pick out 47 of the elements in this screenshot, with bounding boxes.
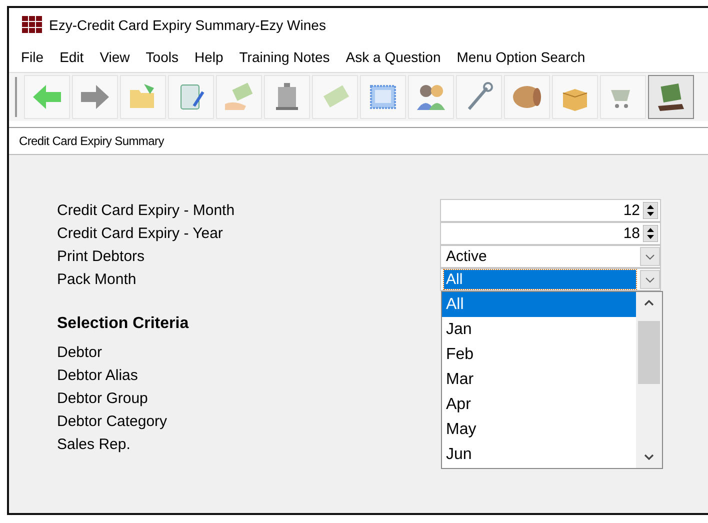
spin-field[interactable]: 18 [440, 222, 661, 245]
criteria-label: Debtor Category [57, 412, 168, 432]
spin-arrows-icon[interactable] [643, 225, 658, 242]
spin-field[interactable]: 12 [440, 199, 661, 222]
people-button[interactable] [408, 75, 454, 119]
criteria-label: Sales Rep. [57, 435, 130, 455]
list-option[interactable]: Feb [442, 342, 636, 367]
scrollbar[interactable] [636, 292, 662, 468]
pc-button[interactable] [648, 75, 694, 119]
dropdown-field[interactable]: Active [440, 245, 661, 268]
menu-item[interactable]: Menu Option Search [448, 49, 594, 65]
field-label: Credit Card Expiry - Month [57, 201, 235, 221]
criteria-label: Debtor [57, 343, 102, 363]
menu-item[interactable]: Training Notes [231, 49, 338, 65]
chevron-up-icon[interactable] [644, 300, 654, 306]
barrel-button[interactable] [504, 75, 550, 119]
back-arrow-button[interactable] [24, 75, 70, 119]
menu-item[interactable]: View [92, 49, 138, 65]
criteria-label: Debtor Alias [57, 366, 138, 386]
tablet-button[interactable] [168, 75, 214, 119]
stamp-button[interactable] [360, 75, 406, 119]
scrollbar-thumb[interactable] [638, 320, 660, 384]
list-option[interactable]: May [442, 417, 636, 442]
menu-item[interactable]: Ask a Question [338, 49, 449, 65]
form-tab[interactable]: Credit Card Expiry Summary [9, 134, 164, 148]
list-option[interactable]: Jun [442, 442, 636, 467]
menu-item[interactable]: Edit [52, 49, 92, 65]
field-label: Print Debtors [57, 247, 145, 267]
wrench-button[interactable] [456, 75, 502, 119]
dropdown-field[interactable]: All [440, 268, 661, 291]
window-title: Ezy-Credit Card Expiry Summary-Ezy Wines [49, 17, 326, 33]
menu-item[interactable]: File [13, 49, 52, 65]
menu-item[interactable]: Tools [138, 49, 186, 65]
menu-item[interactable]: Help [186, 49, 232, 65]
list-option[interactable]: Jan [442, 317, 636, 342]
list-option[interactable]: All [442, 292, 636, 317]
field-label: Pack Month [57, 270, 136, 290]
forward-arrow-button[interactable] [72, 75, 118, 119]
list-option[interactable]: Apr [442, 392, 636, 417]
building-button[interactable] [264, 75, 310, 119]
section-heading: Selection Criteria [57, 314, 189, 334]
criteria-label: Debtor Group [57, 389, 148, 409]
chevron-down-icon[interactable] [644, 454, 654, 460]
spin-arrows-icon[interactable] [643, 202, 658, 219]
app-icon [21, 16, 43, 34]
field-label: Credit Card Expiry - Year [57, 224, 223, 244]
list-option[interactable]: Mar [442, 367, 636, 392]
